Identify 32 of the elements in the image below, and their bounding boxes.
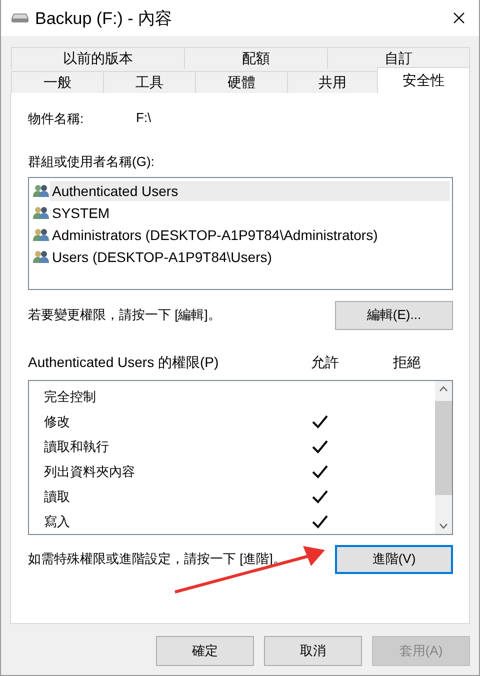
permission-name: 讀取 [43,488,71,506]
user-item[interactable]: SYSTEM [31,202,450,224]
object-name-label: 物件名稱: [28,110,85,128]
user-item[interactable]: Users (DESKTOP-A1P9T84\Users) [31,246,450,268]
drive-icon [11,13,29,23]
dialog-button[interactable]: 取消 [264,636,362,666]
allow-header: 允許 [311,354,340,372]
user-item[interactable]: Administrators (DESKTOP-A1P9T84\Administrators) [31,224,450,246]
deny-header: 拒絕 [393,354,422,372]
edit-hint: 若要變更權限，請按一下 [編輯]。 [28,306,221,324]
users-icon [33,206,50,220]
window-title: Backup (F:) - 內容 [35,8,172,30]
users-icon [33,250,50,264]
object-name-value: F:\ [136,110,152,127]
scrollbar[interactable] [435,381,452,534]
groups-label: 群組或使用者名稱(G): [28,153,156,171]
tab[interactable]: 自訂 [327,47,470,69]
edit-button[interactable]: 編輯(E)... [335,300,453,330]
permission-name: 寫入 [43,512,71,530]
tab[interactable]: 安全性 [377,67,470,93]
permission-name: 讀取和執行 [43,438,110,456]
users-icon [33,184,50,198]
permission-name: 列出資料夾內容 [43,462,136,480]
dialog-button[interactable]: 確定 [156,636,254,666]
permission-name: 修改 [43,412,71,430]
tab[interactable]: 以前的版本 [11,47,185,69]
permission-name: 完全控制 [43,388,97,406]
users-icon [33,228,50,242]
close-icon[interactable] [453,12,465,24]
permissions-label: Authenticated Users 的權限(P) [28,354,220,372]
tab[interactable]: 一般 [11,71,104,93]
advanced-button[interactable]: 進階(V) [335,544,453,574]
